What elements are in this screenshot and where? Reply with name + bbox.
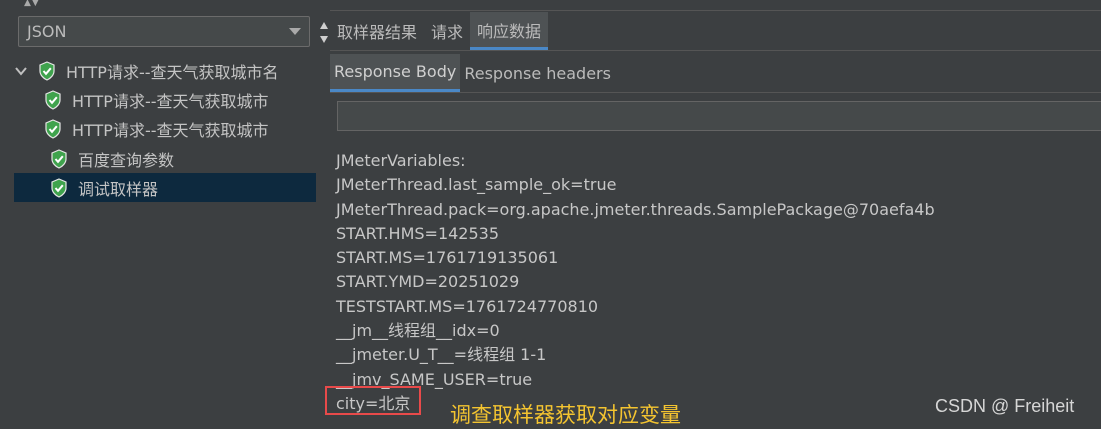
tree-item-http-request-child[interactable]: HTTP请求--查天气获取城市 — [44, 85, 316, 114]
response-line: __jmeter.U_T__=线程组 1-1 — [336, 345, 547, 365]
collapse-arrows-icon[interactable]: ▲▼ — [24, 0, 40, 8]
result-tabs: 取样器结果 请求 响应数据 — [330, 12, 549, 50]
response-line: JMeterVariables: — [336, 151, 466, 170]
tab-response-body[interactable]: Response Body — [330, 54, 461, 92]
renderer-select-value: JSON — [27, 22, 67, 41]
response-line: START.MS=1761719135061 — [336, 248, 559, 268]
divider — [330, 92, 1101, 93]
tree-item-label: 百度查询参数 — [78, 150, 175, 170]
tree-item-baidu-query-params[interactable]: 百度查询参数 — [14, 144, 316, 173]
response-line: START.HMS=142535 — [336, 223, 500, 243]
watermark: CSDN @ Freiheit — [935, 396, 1075, 416]
expand-left-arrow-icon[interactable] — [320, 22, 328, 29]
success-shield-icon — [45, 89, 61, 110]
response-line: JMeterThread.last_sample_ok=true — [336, 175, 617, 195]
renderer-select[interactable]: JSON — [18, 16, 310, 47]
search-input[interactable] — [337, 101, 1101, 131]
response-line: __jm__线程组__idx=0 — [336, 321, 500, 341]
tree-item-label: HTTP请求--查天气获取城市 — [72, 91, 269, 111]
tree-item-http-request-parent[interactable]: HTTP请求--查天气获取城市名 — [14, 56, 316, 85]
success-shield-icon — [45, 118, 61, 139]
pane-splitter[interactable] — [318, 0, 330, 429]
left-panel: ▲▼ JSON HTTP请求--查天气获取城市名 HTTP请求--查天气获取城市… — [0, 0, 318, 429]
success-shield-icon — [51, 177, 67, 198]
results-panel: 取样器结果 请求 响应数据 Response Body Response hea… — [325, 0, 1101, 429]
expand-right-arrow-icon[interactable] — [320, 36, 328, 43]
tab-request[interactable]: 请求 — [424, 12, 470, 50]
tab-response-headers[interactable]: Response headers — [460, 54, 615, 92]
tree-item-label: HTTP请求--查天气获取城市 — [72, 120, 269, 140]
response-line: START.YMD=20251029 — [336, 272, 520, 292]
response-sub-tabs: Response Body Response headers — [330, 54, 615, 92]
success-shield-icon — [39, 60, 55, 81]
annotation-text: 调查取样器获取对应变量 — [450, 403, 681, 427]
city-highlight-box — [325, 386, 421, 415]
response-line: TESTSTART.MS=1761724770810 — [336, 296, 599, 316]
response-line: __jmv_SAME_USER=true — [336, 369, 533, 389]
chevron-down-icon[interactable] — [289, 28, 301, 35]
response-body-text[interactable]: JMeterVariables: JMeterThread.last_sampl… — [336, 149, 1096, 416]
response-line: JMeterThread.pack=org.apache.jmeter.thre… — [336, 199, 935, 219]
tree-item-label: 调试取样器 — [78, 179, 159, 199]
expand-chevron-icon[interactable] — [14, 64, 28, 78]
tab-response-data[interactable]: 响应数据 — [470, 12, 549, 50]
tree-item-label: HTTP请求--查天气获取城市名 — [66, 62, 279, 82]
divider — [330, 10, 1101, 11]
tree-item-http-request-child[interactable]: HTTP请求--查天气获取城市 — [44, 114, 316, 143]
tree-item-debug-sampler[interactable]: 调试取样器 — [14, 173, 316, 202]
success-shield-icon — [51, 148, 67, 169]
tab-sampler-result[interactable]: 取样器结果 — [330, 12, 424, 50]
divider — [330, 50, 1101, 51]
